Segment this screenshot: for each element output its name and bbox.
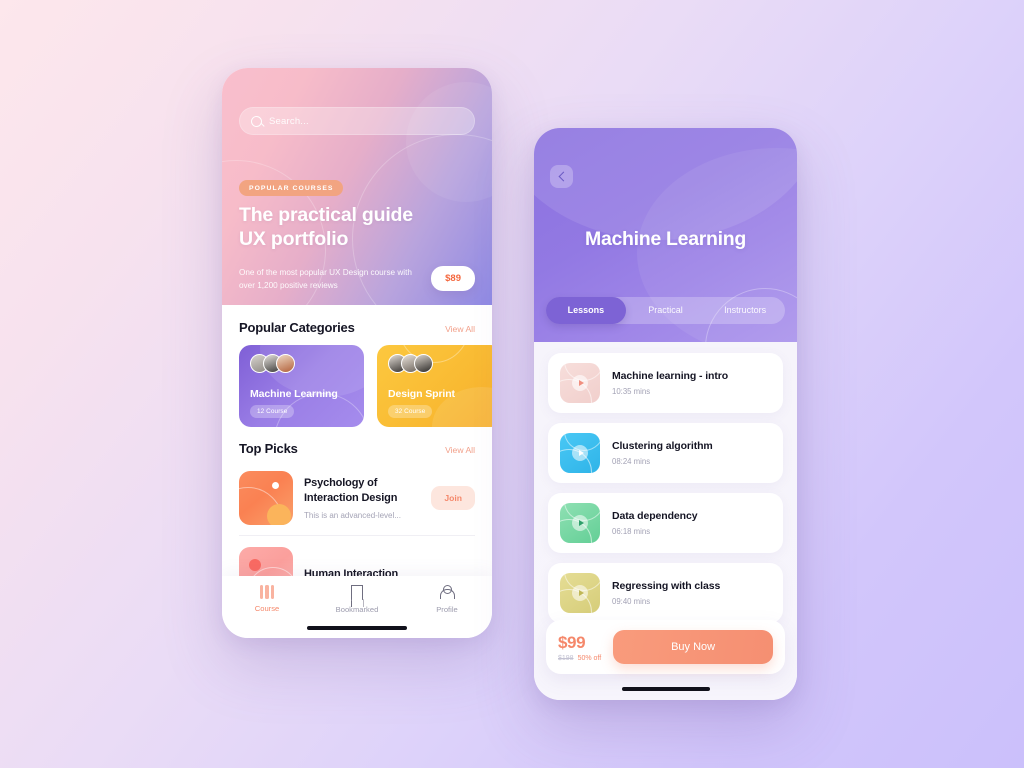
course-tabs: Lessons Practical Instructors (546, 297, 785, 324)
view-all-categories-link[interactable]: View All (445, 324, 475, 334)
home-indicator (307, 626, 407, 630)
lesson-thumbnail (560, 433, 600, 473)
tab-lessons[interactable]: Lessons (546, 297, 626, 324)
back-button[interactable] (550, 165, 573, 188)
discount-label: 50% off (577, 654, 602, 662)
current-price: $99 (558, 632, 586, 652)
play-icon (572, 585, 588, 601)
course-info: Psychology of Interaction Design This is… (304, 476, 420, 520)
decorative-dot (249, 559, 261, 571)
category-card-machine-learning[interactable]: Machine Learning 12 Course (239, 345, 364, 427)
course-detail-phone: Machine Learning Lessons Practical Instr… (534, 128, 797, 700)
profile-icon (440, 585, 455, 600)
hero-title-line1: The practical guide (239, 204, 413, 226)
tab-label: Profile (436, 605, 458, 614)
popular-courses-badge: POPULAR COURSES (239, 180, 344, 196)
buy-now-button[interactable]: Buy Now (613, 630, 773, 664)
category-info: Design Sprint 32 Course (388, 388, 491, 418)
decorative-blob (267, 504, 291, 525)
top-picks-header: Top Picks View All (239, 427, 475, 456)
hero-title-line2: UX portfolio (239, 227, 349, 250)
home-screen-phone: Search... POPULAR COURSES The practical … (222, 68, 492, 638)
lesson-title: Machine learning - intro (612, 370, 729, 382)
avatar-stack (388, 354, 491, 373)
original-price: $198 (558, 654, 574, 662)
bottom-navigation: Course Bookmarked Profile (222, 576, 492, 638)
hero-title: The practical guide UX portfolio (239, 204, 467, 252)
lesson-info: Clustering algorithm 08:24 mins (612, 440, 771, 466)
tab-bookmarked[interactable]: Bookmarked (312, 585, 402, 614)
play-icon (572, 445, 588, 461)
lesson-duration: 06:18 mins (612, 527, 651, 536)
course-icon (259, 585, 275, 599)
category-course-count: 32 Course (388, 405, 433, 418)
hero-banner: Search... POPULAR COURSES The practical … (222, 68, 492, 305)
page-title: Machine Learning (585, 228, 746, 250)
category-name: Design Sprint (388, 388, 455, 400)
hero-subtitle: One of the most popular UX Design course… (239, 268, 412, 291)
lesson-title: Data dependency (612, 510, 698, 522)
popular-categories-header: Popular Categories View All (239, 305, 475, 335)
avatar (276, 354, 295, 373)
list-item[interactable]: Regressing with class 09:40 mins (548, 563, 783, 623)
avatar-stack (250, 354, 353, 373)
section-title: Top Picks (239, 441, 298, 456)
price-block: $99 $198 50% off (558, 633, 601, 662)
lesson-info: Regressing with class 09:40 mins (612, 580, 771, 606)
bookmark-icon (351, 585, 363, 600)
lesson-title: Regressing with class (612, 580, 721, 592)
lesson-thumbnail (560, 363, 600, 403)
list-item[interactable]: Machine learning - intro 10:35 mins (548, 353, 783, 413)
lesson-info: Data dependency 06:18 mins (612, 510, 771, 536)
chevron-left-icon (558, 171, 568, 182)
tab-profile[interactable]: Profile (402, 585, 492, 614)
lesson-duration: 08:24 mins (612, 457, 651, 466)
section-title: Popular Categories (239, 320, 355, 335)
view-all-picks-link[interactable]: View All (445, 445, 475, 455)
category-card-design-sprint[interactable]: Design Sprint 32 Course (377, 345, 492, 427)
price-details: $198 50% off (558, 655, 601, 662)
lesson-title: Clustering algorithm (612, 440, 713, 452)
tab-practical[interactable]: Practical (626, 297, 706, 324)
tab-label: Course (254, 604, 280, 613)
course-title: Psychology of Interaction Design (304, 477, 398, 504)
search-input[interactable]: Search... (239, 107, 475, 135)
list-item[interactable]: Data dependency 06:18 mins (548, 493, 783, 553)
play-icon (572, 375, 588, 391)
tab-course[interactable]: Course (222, 585, 312, 613)
course-hero: Machine Learning Lessons Practical Instr… (534, 128, 797, 342)
course-description: This is an advanced-level... (304, 510, 401, 520)
lesson-thumbnail (560, 573, 600, 613)
category-list: Machine Learning 12 Course Design Sprint… (239, 345, 492, 427)
lesson-duration: 10:35 mins (612, 387, 651, 396)
tab-instructors[interactable]: Instructors (705, 297, 785, 324)
purchase-bar: $99 $198 50% off Buy Now (546, 620, 785, 674)
category-course-count: 12 Course (250, 405, 295, 418)
search-icon (251, 115, 262, 127)
decorative-dot (272, 482, 279, 489)
list-item[interactable]: Psychology of Interaction Design This is… (239, 460, 475, 536)
category-info: Machine Learning 12 Course (250, 388, 353, 418)
lesson-thumbnail (560, 503, 600, 543)
lesson-info: Machine learning - intro 10:35 mins (612, 370, 771, 396)
home-indicator (621, 687, 710, 691)
home-content: Popular Categories View All Machine Lear… (222, 305, 492, 611)
list-item[interactable]: Clustering algorithm 08:24 mins (548, 423, 783, 483)
lesson-duration: 09:40 mins (612, 597, 651, 606)
category-name: Machine Learning (250, 388, 338, 400)
search-placeholder: Search... (269, 115, 309, 127)
avatar (414, 354, 433, 373)
play-icon (572, 515, 588, 531)
join-button[interactable]: Join (431, 486, 475, 510)
hero-price-chip[interactable]: $89 (431, 266, 475, 291)
course-thumbnail (239, 471, 293, 525)
